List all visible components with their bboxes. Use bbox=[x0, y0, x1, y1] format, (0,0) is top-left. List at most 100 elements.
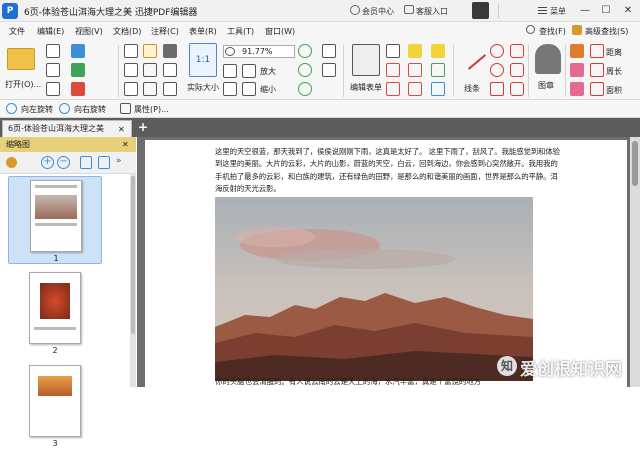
open-button[interactable]: 打开(O)... bbox=[5, 79, 41, 90]
actual-size-icon[interactable]: 1:1 bbox=[189, 43, 217, 77]
tab-close-icon[interactable]: ✕ bbox=[118, 122, 125, 137]
attach-icon[interactable] bbox=[431, 63, 445, 77]
advanced-search-button[interactable]: 高级查找(S) bbox=[585, 26, 628, 37]
menu-icon[interactable] bbox=[538, 7, 547, 14]
line-tool-button[interactable]: 线条 bbox=[464, 83, 480, 94]
more-icon[interactable]: » bbox=[116, 156, 122, 166]
cut-icon[interactable] bbox=[124, 44, 138, 58]
service-icon[interactable] bbox=[404, 5, 414, 14]
menu-button[interactable]: 菜单 bbox=[550, 6, 566, 17]
member-center-link[interactable]: 会员中心 bbox=[362, 6, 394, 17]
pentagon-icon[interactable] bbox=[510, 63, 524, 77]
next-view-icon[interactable] bbox=[322, 63, 336, 77]
area-button[interactable]: 面积 bbox=[606, 85, 622, 96]
document-scrollbar[interactable] bbox=[630, 137, 640, 387]
menu-view[interactable]: 视图(V) bbox=[75, 26, 103, 37]
eraser-icon[interactable] bbox=[570, 63, 584, 77]
rotate-right-button[interactable]: 向右旋转 bbox=[74, 104, 106, 115]
folder-icon[interactable] bbox=[7, 48, 35, 70]
rotate-right-icon[interactable] bbox=[59, 103, 70, 114]
thumbnail-scrollbar[interactable] bbox=[130, 174, 136, 387]
stamp-icon[interactable] bbox=[535, 44, 561, 74]
snapshot-icon[interactable] bbox=[143, 82, 157, 96]
advanced-search-icon[interactable] bbox=[572, 25, 582, 35]
page-icon[interactable] bbox=[163, 82, 177, 96]
search-button[interactable]: 查找(F) bbox=[539, 26, 566, 37]
note-icon[interactable] bbox=[408, 44, 422, 58]
new-tab-button[interactable]: + bbox=[136, 120, 150, 134]
properties-icon[interactable] bbox=[120, 103, 131, 114]
undo-icon[interactable] bbox=[71, 82, 85, 96]
rotate-left-icon[interactable] bbox=[6, 103, 17, 114]
rotate-page-right-icon[interactable] bbox=[98, 156, 110, 169]
save-icon[interactable] bbox=[46, 44, 60, 58]
zoom-in-button[interactable]: 放大 bbox=[260, 66, 276, 77]
thumbnail-item[interactable]: 1 bbox=[8, 176, 102, 264]
perimeter-button[interactable]: 周长 bbox=[606, 66, 622, 77]
cloud-icon[interactable] bbox=[510, 82, 524, 96]
zoom-in-thumb-icon[interactable]: + bbox=[41, 156, 54, 169]
rotate-left-button[interactable]: 向左旋转 bbox=[21, 104, 53, 115]
thumbnail-item[interactable]: 2 bbox=[8, 269, 102, 357]
zoom-in-icon[interactable] bbox=[223, 64, 237, 78]
page-thumbnail[interactable] bbox=[29, 365, 81, 437]
properties-button[interactable]: 属性(P)... bbox=[134, 104, 169, 115]
hand-tool-icon[interactable] bbox=[143, 44, 157, 58]
menu-edit[interactable]: 编辑(E) bbox=[37, 26, 64, 37]
menu-comment[interactable]: 注释(C) bbox=[151, 26, 179, 37]
text-select-icon[interactable] bbox=[163, 63, 177, 77]
paste-icon[interactable] bbox=[124, 82, 138, 96]
polygon-icon[interactable] bbox=[510, 44, 524, 58]
actual-size-button[interactable]: 实际大小 bbox=[187, 82, 219, 93]
edit-form-button[interactable]: 编辑表单 bbox=[350, 82, 382, 93]
service-entry-link[interactable]: 客服入口 bbox=[416, 6, 448, 17]
tab-document[interactable]: 6页-体验苍山洱海大理之美 ✕ bbox=[2, 120, 132, 137]
page-thumbnail[interactable] bbox=[30, 180, 82, 252]
menu-file[interactable]: 文件 bbox=[9, 26, 25, 37]
perimeter-icon[interactable] bbox=[590, 63, 604, 77]
pencil-icon[interactable] bbox=[570, 44, 584, 58]
text-box-icon[interactable] bbox=[408, 63, 422, 77]
rotate-cw-icon[interactable] bbox=[298, 63, 312, 77]
arrow-icon[interactable] bbox=[490, 44, 504, 58]
distance-button[interactable]: 距离 bbox=[606, 47, 622, 58]
maximize-button[interactable]: ☐ bbox=[598, 3, 614, 19]
save-as-icon[interactable] bbox=[71, 44, 85, 58]
camera-icon[interactable] bbox=[163, 44, 177, 58]
gear-icon[interactable] bbox=[6, 157, 17, 168]
stamp-button[interactable]: 图章 bbox=[538, 80, 554, 91]
rotate-page-left-icon[interactable] bbox=[80, 156, 92, 169]
scrollbar-thumb[interactable] bbox=[131, 176, 135, 334]
copy-icon[interactable] bbox=[124, 63, 138, 77]
menu-form[interactable]: 表单(R) bbox=[189, 26, 217, 37]
page-thumbnail[interactable] bbox=[29, 272, 81, 344]
line-tool-icon[interactable] bbox=[467, 54, 487, 70]
thumbnail-item[interactable]: 3 bbox=[8, 362, 102, 450]
zoom-fit-icon[interactable] bbox=[298, 44, 312, 58]
list-field-icon[interactable] bbox=[386, 82, 400, 96]
highlight-icon[interactable] bbox=[431, 44, 445, 58]
menu-tools[interactable]: 工具(T) bbox=[227, 26, 254, 37]
search-icon[interactable] bbox=[526, 25, 535, 34]
user-avatar[interactable] bbox=[472, 2, 489, 19]
area-icon[interactable] bbox=[590, 82, 604, 96]
prev-view-icon[interactable] bbox=[322, 44, 336, 58]
rectangle-icon[interactable] bbox=[490, 82, 504, 96]
zoom-out-icon[interactable] bbox=[223, 82, 237, 96]
rotate-ccw-icon[interactable] bbox=[298, 82, 312, 96]
menu-document[interactable]: 文档(D) bbox=[113, 26, 141, 37]
sound-icon[interactable] bbox=[431, 82, 445, 96]
fit-width-icon[interactable] bbox=[242, 82, 256, 96]
panel-close-icon[interactable]: ✕ bbox=[122, 137, 129, 152]
minimize-button[interactable]: — bbox=[577, 3, 593, 19]
member-icon[interactable] bbox=[350, 5, 360, 15]
email-icon[interactable] bbox=[46, 82, 60, 96]
export-icon[interactable] bbox=[71, 63, 85, 77]
eraser-2-icon[interactable] bbox=[570, 82, 584, 96]
distance-icon[interactable] bbox=[590, 44, 604, 58]
zoom-out-thumb-icon[interactable]: − bbox=[57, 156, 70, 169]
print-icon[interactable] bbox=[46, 63, 60, 77]
checkbox-field-icon[interactable] bbox=[386, 63, 400, 77]
menu-window[interactable]: 窗口(W) bbox=[265, 26, 295, 37]
typewriter-icon[interactable] bbox=[408, 82, 422, 96]
